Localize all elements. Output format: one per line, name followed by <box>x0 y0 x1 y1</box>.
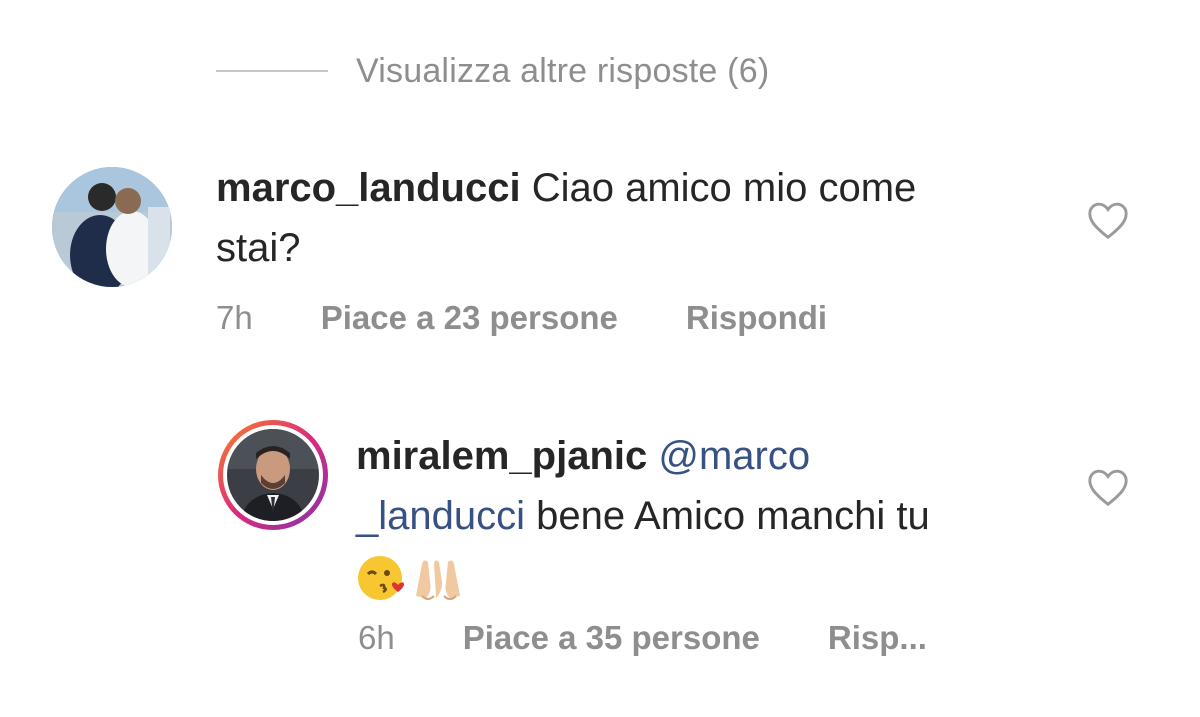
avatar-marco-landucci[interactable] <box>52 167 172 287</box>
comment-likes-count[interactable]: Piace a 23 persone <box>321 299 618 337</box>
mention-link-part1[interactable]: @marco <box>658 434 810 478</box>
kiss-wink-emoji <box>358 556 405 601</box>
folded-hands-emoji <box>416 560 460 601</box>
like-heart-icon[interactable] <box>1086 467 1130 507</box>
reply-text: bene Amico manchi tu <box>536 494 930 538</box>
comment-body-marco-landucci: marco_landucci Ciao amico mio come stai? <box>216 158 1056 278</box>
like-heart-icon[interactable] <box>1086 200 1130 240</box>
reply-timestamp: 6h <box>358 619 395 656</box>
reply-button[interactable]: Rispondi <box>686 299 827 337</box>
reply-button[interactable]: Risp... <box>828 619 927 657</box>
avatar-miralem-pjanic[interactable] <box>218 420 328 530</box>
comment-username[interactable]: marco_landucci <box>216 166 521 210</box>
reply-meta-row: 6h Piace a 35 persone Risp... <box>358 616 927 660</box>
comment-timestamp: 7h <box>216 299 253 336</box>
comment-body-miralem-pjanic: miralem_pjanic @marco _landucci bene Ami… <box>356 426 1076 606</box>
reply-likes-count[interactable]: Piace a 35 persone <box>463 619 760 657</box>
reply-username[interactable]: miralem_pjanic <box>356 434 647 478</box>
replies-divider-line <box>216 70 328 72</box>
reply-emojis <box>356 552 468 604</box>
comment-text-line1: Ciao amico mio come <box>531 166 917 210</box>
mention-link-part2[interactable]: _landucci <box>356 494 525 538</box>
view-more-replies-button[interactable]: Visualizza altre risposte (6) <box>216 48 769 94</box>
comment-meta-row: 7h Piace a 23 persone Rispondi <box>216 296 827 340</box>
comment-text-line2: stai? <box>216 226 301 270</box>
view-more-replies-label: Visualizza altre risposte (6) <box>356 51 770 90</box>
